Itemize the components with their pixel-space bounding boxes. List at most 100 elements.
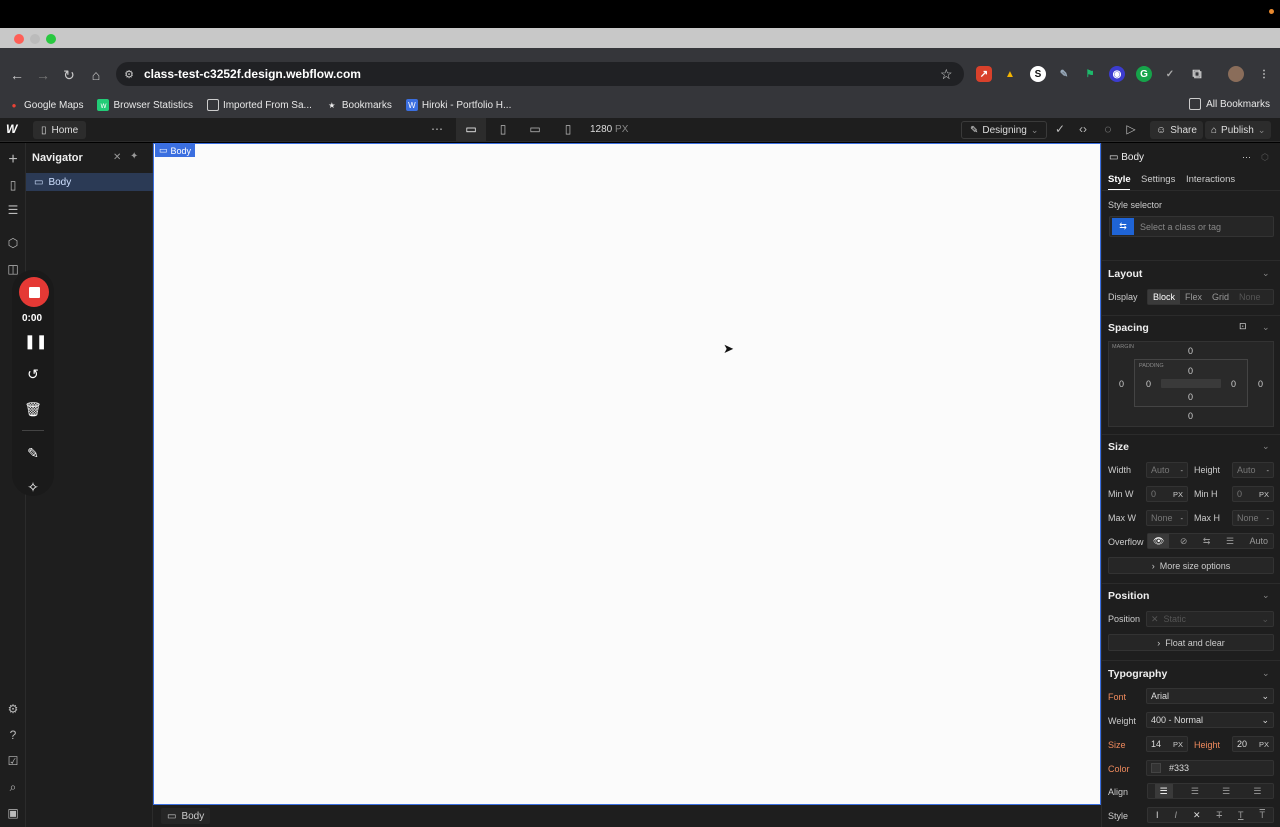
effects-wand-icon[interactable]: ✧ — [24, 479, 42, 497]
overline-icon[interactable]: T — [1254, 808, 1270, 822]
align-right-icon[interactable]: ☰ — [1217, 784, 1235, 798]
search-icon[interactable]: ⌕ — [5, 780, 21, 796]
chevron-down-icon[interactable]: ⌄ — [1262, 668, 1270, 679]
extension-chart-icon[interactable]: ↗ — [976, 66, 992, 82]
all-bookmarks[interactable]: All Bookmarks — [1189, 98, 1270, 110]
site-info-icon[interactable]: ⚙ — [122, 67, 136, 81]
preview-play-icon[interactable]: ▷ — [1122, 122, 1140, 136]
share-button[interactable]: ☺ Share — [1150, 121, 1203, 139]
add-panel-icon[interactable]: + — [5, 151, 21, 168]
padding-bottom-value[interactable]: 0 — [1188, 392, 1193, 402]
regular-style-icon[interactable]: I — [1151, 808, 1164, 822]
reload-icon[interactable]: ↻ — [60, 66, 78, 84]
breakpoint-tablet-icon[interactable]: ▯ — [494, 122, 512, 136]
extension-flag-icon[interactable]: ⚑ — [1082, 66, 1098, 82]
line-height-input[interactable]: 20 PX — [1232, 736, 1274, 752]
text-align-control[interactable]: ☰ ☰ ☰ ☰ — [1147, 783, 1274, 799]
more-size-options-button[interactable]: › More size options — [1108, 557, 1274, 574]
display-none-option[interactable]: None — [1234, 290, 1266, 304]
forward-arrow-icon[interactable]: → — [34, 66, 52, 84]
extension-check-icon[interactable]: ✓ — [1162, 66, 1178, 82]
spacing-section-title[interactable]: Spacing — [1108, 322, 1149, 334]
publish-button[interactable]: ⌂ Publish ⌄ — [1205, 121, 1272, 139]
components-icon[interactable]: ⬡ — [5, 236, 21, 252]
overflow-scroll-icon[interactable]: ⇆ — [1198, 534, 1216, 548]
breakpoint-landscape-icon[interactable]: ▭ — [526, 122, 544, 136]
more-options-icon[interactable]: ⋯ — [1242, 152, 1251, 163]
bookmark-hiroki-portfolio[interactable]: W Hiroki - Portfolio H... — [405, 99, 511, 111]
bookmark-bookmarks[interactable]: ★ Bookmarks — [326, 99, 392, 111]
overflow-hidden-icon[interactable]: ⊘ — [1175, 534, 1193, 548]
audit-check-icon[interactable]: ✓ — [1051, 122, 1069, 136]
display-segmented-control[interactable]: Block Flex Grid None — [1147, 289, 1274, 305]
overflow-visible-icon[interactable]: 👁 — [1148, 534, 1170, 548]
webflow-logo-icon[interactable]: W — [6, 122, 17, 136]
italic-style-icon[interactable]: I — [1169, 808, 1182, 822]
profile-avatar[interactable] — [1228, 66, 1244, 82]
bookmark-browser-statistics[interactable]: w Browser Statistics — [97, 99, 193, 111]
pause-icon[interactable]: ❚❚ — [24, 333, 47, 351]
navigator-icon[interactable]: ☰ — [5, 203, 21, 219]
bookmark-star-icon[interactable]: ☆ — [940, 66, 953, 83]
chevron-down-icon[interactable]: ⌄ — [1262, 441, 1270, 452]
overflow-segmented-control[interactable]: 👁 ⊘ ⇆ ☰ Auto — [1147, 533, 1274, 549]
float-and-clear-button[interactable]: › Float and clear — [1108, 634, 1274, 651]
close-window-button[interactable] — [14, 34, 24, 44]
minimize-window-button[interactable] — [30, 34, 40, 44]
position-select[interactable]: ✕ Static ⌄ — [1146, 611, 1274, 627]
collapse-icon[interactable]: ✕ — [113, 152, 121, 163]
tab-style[interactable]: Style — [1108, 174, 1131, 185]
no-decoration-icon[interactable]: ✕ — [1188, 808, 1206, 822]
weight-select[interactable]: 400 - Normal ⌄ — [1146, 712, 1274, 728]
audit-panel-icon[interactable]: ☑ — [5, 754, 21, 770]
extension-grammarly-icon[interactable]: G — [1136, 66, 1152, 82]
element-settings-icon[interactable]: ⬡ — [1261, 152, 1269, 163]
bookmark-google-maps[interactable]: ● Google Maps — [8, 99, 84, 111]
back-arrow-icon[interactable]: ← — [8, 66, 26, 84]
display-block-option[interactable]: Block — [1148, 290, 1181, 304]
display-flex-option[interactable]: Flex — [1180, 290, 1207, 304]
padding-right-value[interactable]: 0 — [1231, 379, 1236, 389]
pages-icon[interactable]: ▯ — [5, 178, 21, 194]
align-center-icon[interactable]: ☰ — [1186, 784, 1204, 798]
draw-pencil-icon[interactable]: ✎ — [24, 445, 42, 463]
extension-s-icon[interactable]: S — [1030, 66, 1046, 82]
display-grid-option[interactable]: Grid — [1207, 290, 1234, 304]
position-section-title[interactable]: Position — [1108, 590, 1149, 602]
navigator-item-body[interactable]: ▭ Body — [26, 173, 153, 191]
pin-icon[interactable]: ✦ — [130, 151, 138, 162]
settings-gear-icon[interactable]: ⚙ — [5, 702, 21, 718]
breakpoint-mobile-icon[interactable]: ▯ — [559, 122, 577, 136]
video-icon[interactable]: ▣ — [5, 806, 21, 822]
align-left-icon[interactable]: ☰ — [1154, 784, 1173, 798]
code-icon[interactable]: ‹› — [1074, 122, 1092, 136]
spacing-toggle-icon[interactable]: ⊡ — [1239, 321, 1247, 332]
maximize-window-button[interactable] — [46, 34, 56, 44]
max-width-input[interactable]: None - — [1146, 510, 1188, 526]
more-breakpoints-icon[interactable]: ⋯ — [428, 122, 446, 136]
font-select[interactable]: Arial ⌄ — [1146, 688, 1274, 704]
breadcrumb-body[interactable]: ▭ Body — [161, 808, 211, 824]
comments-icon[interactable]: ◌ — [1099, 122, 1117, 136]
color-swatch[interactable] — [1151, 763, 1161, 773]
help-icon[interactable]: ? — [5, 728, 21, 744]
design-canvas[interactable] — [153, 143, 1101, 805]
width-input[interactable]: Auto - — [1146, 462, 1188, 478]
min-width-input[interactable]: 0 PX — [1146, 486, 1188, 502]
text-style-control[interactable]: I I ✕ T T T — [1147, 807, 1274, 823]
size-section-title[interactable]: Size — [1108, 441, 1129, 453]
min-height-input[interactable]: 0 PX — [1232, 486, 1274, 502]
style-selector-input[interactable]: ⇆ Select a class or tag — [1109, 216, 1274, 237]
padding-left-value[interactable]: 0 — [1146, 379, 1151, 389]
mode-dropdown[interactable]: ✎ Designing ⌄ — [961, 121, 1048, 139]
restart-icon[interactable]: ↺ — [24, 366, 42, 384]
tab-interactions[interactable]: Interactions — [1186, 174, 1235, 185]
tab-settings[interactable]: Settings — [1141, 174, 1175, 185]
height-input[interactable]: Auto - — [1232, 462, 1274, 478]
stop-recording-button[interactable] — [19, 277, 49, 307]
bookmark-imported-folder[interactable]: Imported From Sa... — [206, 99, 312, 111]
margin-left-value[interactable]: 0 — [1119, 379, 1124, 389]
layout-section-title[interactable]: Layout — [1108, 268, 1142, 280]
max-height-input[interactable]: None - — [1232, 510, 1274, 526]
margin-bottom-value[interactable]: 0 — [1188, 411, 1193, 421]
